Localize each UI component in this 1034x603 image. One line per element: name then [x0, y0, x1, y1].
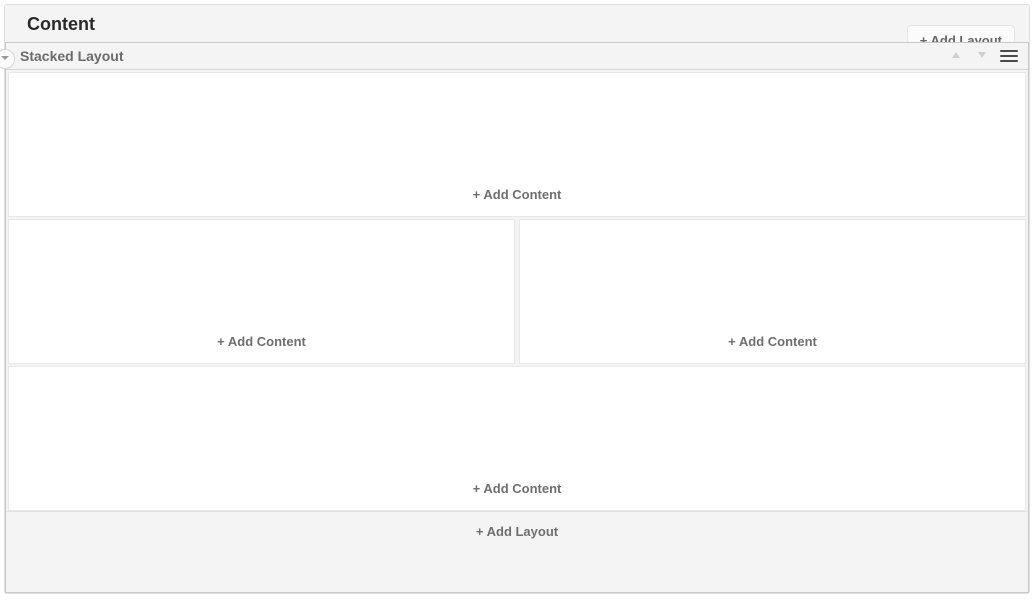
- add-layout-button-footer[interactable]: + Add Layout: [6, 511, 1028, 551]
- content-cell[interactable]: + Add Content: [8, 219, 515, 364]
- layout-controls: [948, 48, 1018, 64]
- content-cell[interactable]: + Add Content: [8, 366, 1026, 511]
- layout-row: + Add Content: [6, 366, 1028, 511]
- layout-row: + Add Content + Add Content: [6, 219, 1028, 364]
- add-content-button[interactable]: + Add Content: [217, 334, 306, 363]
- panel-header: Content + Add Layout: [5, 5, 1029, 42]
- triangle-down-icon: [977, 47, 987, 65]
- add-content-button[interactable]: + Add Content: [473, 481, 562, 510]
- layout-header: Stacked Layout: [6, 43, 1028, 70]
- layout-body: + Add Content + Add Content + Add Conten…: [6, 70, 1028, 592]
- triangle-up-icon: [951, 47, 961, 65]
- move-up-button[interactable]: [948, 48, 964, 64]
- add-content-button[interactable]: + Add Content: [473, 187, 562, 216]
- hamburger-icon-bar: [1000, 55, 1018, 57]
- hamburger-icon-bar: [1000, 60, 1018, 62]
- layout-row: + Add Content: [6, 72, 1028, 217]
- panel-title: Content: [27, 14, 95, 35]
- content-panel: Content + Add Layout Stacked Layout: [4, 4, 1030, 594]
- content-cell[interactable]: + Add Content: [519, 219, 1026, 364]
- hamburger-icon-bar: [1000, 50, 1018, 52]
- stacked-layout-block: Stacked Layout: [5, 42, 1029, 593]
- move-down-button[interactable]: [974, 48, 990, 64]
- content-cell[interactable]: + Add Content: [8, 72, 1026, 217]
- add-content-button[interactable]: + Add Content: [728, 334, 817, 363]
- layout-menu-button[interactable]: [1000, 48, 1018, 64]
- layout-title: Stacked Layout: [20, 48, 123, 64]
- chevron-down-icon: [0, 50, 10, 68]
